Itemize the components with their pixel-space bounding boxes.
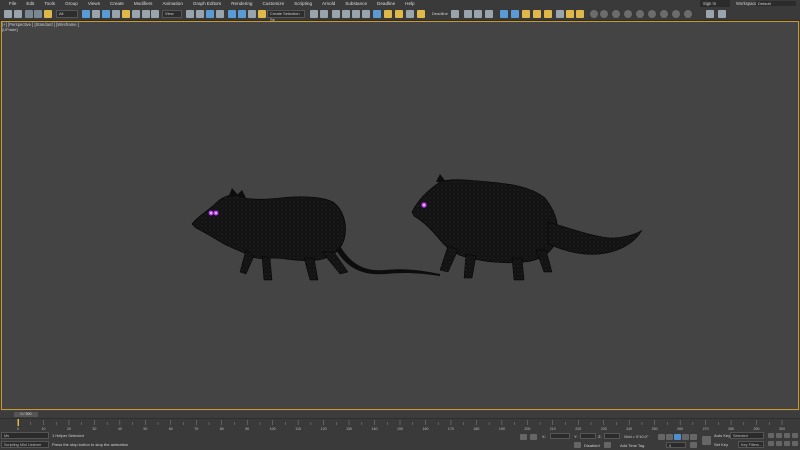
time-configuration-icon[interactable] — [690, 442, 697, 448]
current-frame-field[interactable]: 0 — [666, 442, 686, 448]
maxscript-input[interactable]: Ms — [1, 432, 49, 439]
disabled-label: Disabled — [584, 443, 600, 448]
selection-lock-icon[interactable] — [530, 434, 537, 440]
key-filters-button[interactable]: Key Filters... — [738, 441, 764, 448]
adaptive-degradation-icon[interactable] — [574, 442, 581, 448]
auto-key-button[interactable]: Auto Key — [714, 433, 730, 438]
status-bar: Ms Scripting Mini Listener 1 Helper Sele… — [0, 430, 800, 450]
set-key-button[interactable]: Set Key — [714, 442, 728, 447]
opossum-model[interactable] — [191, 188, 440, 281]
next-frame-icon[interactable] — [682, 434, 689, 440]
track-bar[interactable]: 0 10 20 30 40 50 60 70 80 90 100 110 120 130 140 150 160… — [0, 418, 800, 431]
selection-status-text: 1 Helper Selected — [52, 433, 84, 438]
scripting-mini-listener[interactable]: Scripting Mini Listener — [1, 441, 49, 448]
y-coordinate-label: Y: — [574, 434, 578, 439]
z-coordinate-label: Z: — [598, 434, 602, 439]
zoom-extents-all-icon[interactable] — [792, 433, 798, 438]
time-tag-icon[interactable] — [604, 442, 611, 448]
zoom-extents-icon[interactable] — [784, 433, 790, 438]
x-coordinate-label: X: — [542, 434, 546, 439]
maximize-viewport-icon[interactable] — [792, 441, 798, 446]
current-frame-marker — [17, 419, 19, 426]
pan-view-icon[interactable] — [776, 441, 782, 446]
zoom-icon[interactable] — [768, 433, 774, 438]
set-key-icon[interactable] — [702, 436, 711, 445]
y-coordinate-field[interactable] — [580, 433, 596, 439]
go-to-end-icon[interactable] — [690, 434, 697, 440]
go-to-start-icon[interactable] — [658, 434, 665, 440]
add-time-tag-button[interactable]: Add Time Tag — [620, 443, 644, 448]
x-coordinate-field[interactable] — [550, 433, 570, 439]
viewport-scene[interactable] — [0, 0, 800, 450]
prompt-text: Press the stop button to stop the animat… — [52, 442, 129, 447]
isolate-selection-icon[interactable] — [520, 434, 527, 440]
orbit-icon[interactable] — [784, 441, 790, 446]
time-slider[interactable]: 0 / 300 — [0, 411, 800, 418]
key-mode-dropdown[interactable]: Selected — [730, 432, 764, 439]
z-coordinate-field[interactable] — [604, 433, 620, 439]
grid-size-text: Grid = 0'10.0" — [624, 434, 649, 439]
time-slider-thumb[interactable]: 0 / 300 — [14, 412, 38, 417]
raccoon-model[interactable] — [411, 174, 643, 281]
field-of-view-icon[interactable] — [768, 441, 774, 446]
zoom-all-icon[interactable] — [776, 433, 782, 438]
previous-frame-icon[interactable] — [666, 434, 673, 440]
play-icon[interactable] — [674, 434, 681, 440]
